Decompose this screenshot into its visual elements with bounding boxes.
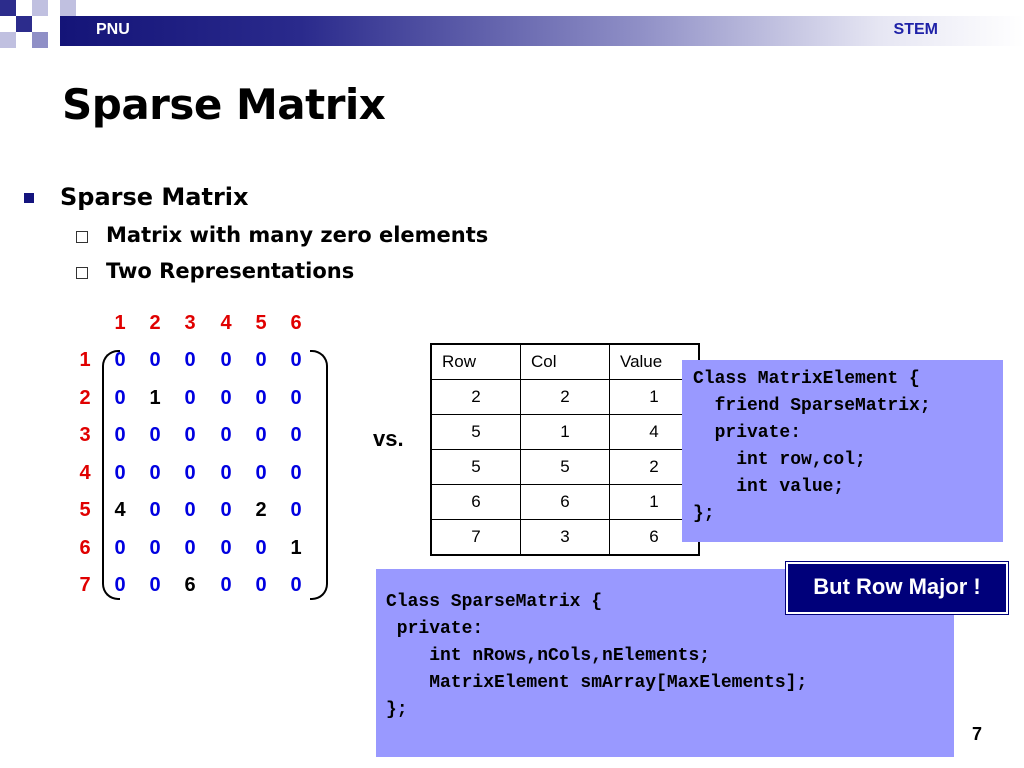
- matrix-cell: 1: [149, 386, 161, 409]
- matrix-cell: 0: [149, 574, 161, 596]
- matrix-cell: 0: [184, 536, 196, 559]
- table-row: 221: [430, 379, 700, 415]
- matrix-cell: 1: [290, 536, 302, 559]
- cell-col: 5: [520, 449, 610, 485]
- cell-row: 6: [430, 484, 521, 520]
- triplet-table: Row Col Value 221 514 552 661 736: [430, 343, 700, 556]
- matrix-cell: 0: [255, 461, 267, 484]
- matrix-cell: 0: [255, 536, 267, 559]
- cell-row: 7: [430, 519, 521, 556]
- matrix-row-label: 5: [79, 499, 91, 521]
- matrix-cell: 0: [149, 349, 161, 371]
- matrix-col-label: 3: [184, 312, 196, 334]
- matrix-element-code: Class MatrixElement { friend SparseMatri…: [682, 360, 1003, 542]
- matrix-cell: 0: [149, 424, 161, 446]
- cell-row: 2: [430, 379, 521, 415]
- matrix-col-label: 2: [149, 312, 161, 334]
- matrix-cell: 0: [184, 461, 196, 484]
- table-row: 661: [430, 484, 700, 520]
- matrix-cell: 0: [220, 386, 232, 409]
- matrix-row-label: 2: [79, 386, 91, 409]
- matrix-cell: 0: [290, 461, 302, 484]
- matrix-cell: 0: [220, 574, 232, 596]
- cell-row: 5: [430, 414, 521, 450]
- matrix-cell: 0: [220, 461, 232, 484]
- matrix-cell: 0: [255, 349, 267, 371]
- sub-bullet-box-icon: [76, 267, 88, 279]
- matrix-row-label: 7: [79, 574, 91, 596]
- slide-title: Sparse Matrix: [62, 80, 386, 129]
- matrix-row-label: 1: [79, 349, 91, 371]
- matrix-cell: 0: [290, 574, 302, 596]
- row-major-callout: But Row Major !: [786, 562, 1008, 614]
- matrix-cell: 0: [184, 499, 196, 521]
- sub-bullet-box-icon: [76, 231, 88, 243]
- header-square-6: [60, 0, 76, 16]
- bullet-sub-2: Two Representations: [106, 259, 355, 283]
- matrix-cell: 0: [255, 386, 267, 409]
- matrix-cell: 0: [290, 386, 302, 409]
- table-row: 736: [430, 519, 700, 556]
- bullet-sub-1: Matrix with many zero elements: [106, 223, 489, 247]
- header-square-5: [32, 32, 48, 48]
- table-header-row: Row Col Value: [430, 343, 700, 380]
- header-org-label: PNU: [96, 21, 130, 38]
- cell-col: 1: [520, 414, 610, 450]
- cell-col: 2: [520, 379, 610, 415]
- matrix-cell: 0: [184, 349, 196, 371]
- matrix-cell: 0: [220, 499, 232, 521]
- matrix-col-label: 6: [290, 312, 302, 334]
- matrix-row-label: 4: [79, 461, 91, 484]
- matrix-col-label: 5: [255, 312, 267, 334]
- cell-row: 5: [430, 449, 521, 485]
- header-square-2: [16, 16, 32, 32]
- table-row: 552: [430, 449, 700, 485]
- matrix-cell: 0: [290, 424, 302, 446]
- vs-label: vs.: [373, 426, 404, 451]
- matrix-cell: 0: [220, 424, 232, 446]
- header-square-3: [32, 0, 48, 16]
- bullet-square-icon: [24, 193, 34, 203]
- matrix-cell: 0: [149, 461, 161, 484]
- cell-col: 6: [520, 484, 610, 520]
- header-dept-label: STEM: [893, 21, 938, 38]
- matrix-cell: 0: [184, 386, 196, 409]
- cell-col: 3: [520, 519, 610, 556]
- matrix-cell: 0: [290, 349, 302, 371]
- matrix-col-label: 1: [114, 312, 126, 334]
- matrix-cell: 0: [149, 499, 161, 521]
- matrix-cell: 0: [255, 424, 267, 446]
- header-square-4: [0, 32, 16, 48]
- matrix-left-bracket: [102, 350, 120, 600]
- matrix-row-label: 3: [79, 424, 91, 446]
- matrix-cell: 0: [184, 424, 196, 446]
- header-square-1: [0, 0, 16, 16]
- header-col: Col: [520, 343, 610, 380]
- matrix-cell: 0: [290, 499, 302, 521]
- matrix-row-label: 6: [79, 536, 91, 559]
- matrix-cell: 0: [220, 536, 232, 559]
- matrix-cell: 0: [149, 536, 161, 559]
- matrix-col-label: 4: [220, 312, 232, 334]
- bullet-main: Sparse Matrix: [60, 183, 249, 211]
- header-bar: [60, 16, 1024, 46]
- matrix-cell: 0: [220, 349, 232, 371]
- matrix-cell: 0: [255, 574, 267, 596]
- matrix-cell: 2: [255, 499, 267, 521]
- matrix-right-bracket: [310, 350, 328, 600]
- matrix-cell: 6: [184, 574, 196, 596]
- table-row: 514: [430, 414, 700, 450]
- page-number: 7: [972, 724, 983, 744]
- header-row: Row: [430, 343, 521, 380]
